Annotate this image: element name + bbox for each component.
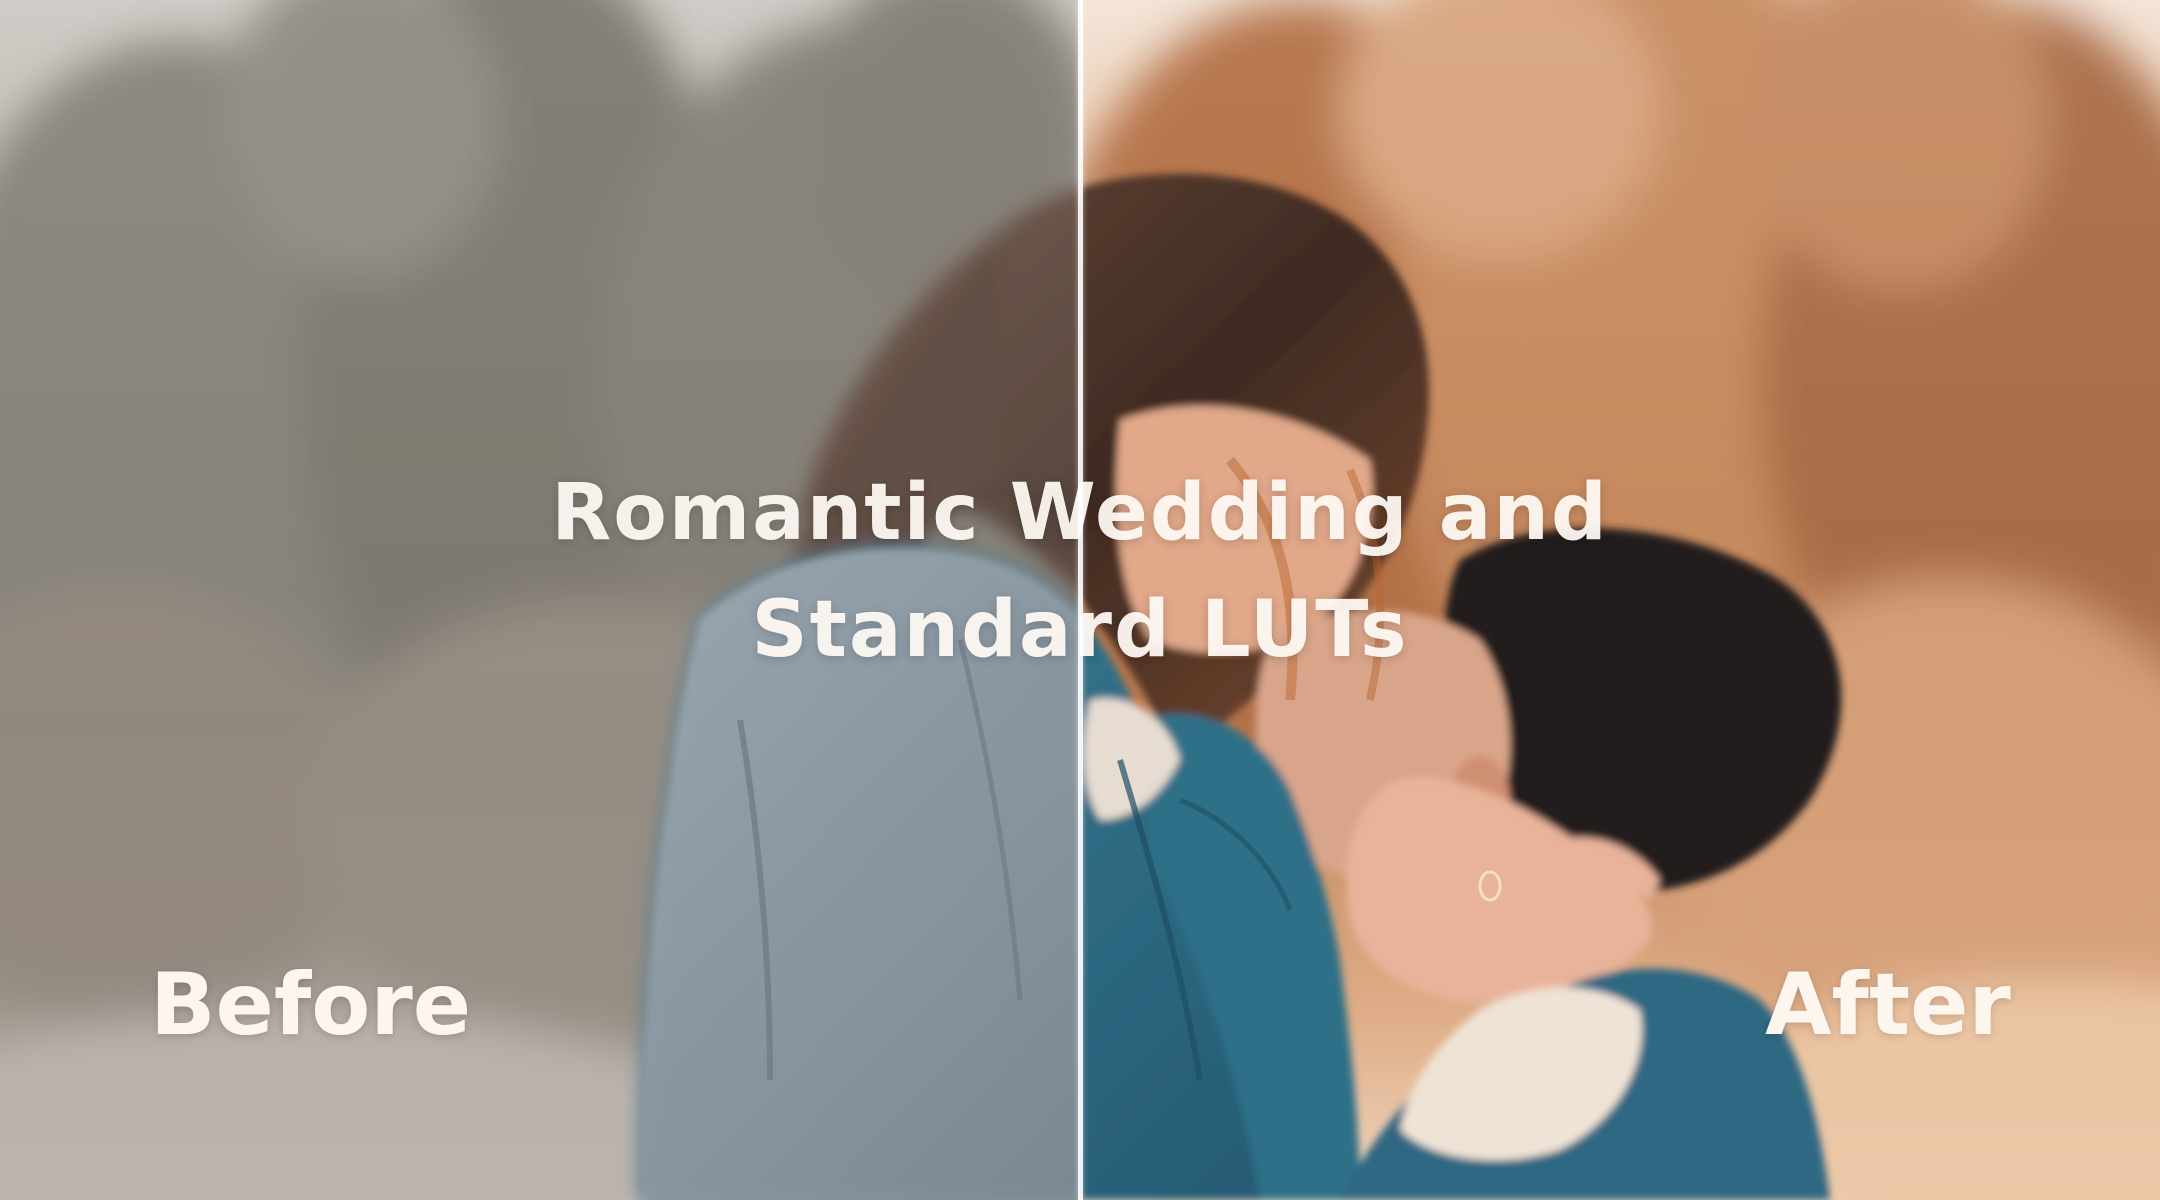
comparison-divider-handle[interactable]: [1078, 0, 1083, 1200]
after-label: After: [1765, 955, 2011, 1055]
before-label: Before: [150, 955, 472, 1055]
before-after-comparison: Romantic Wedding and Standard LUTs Befor…: [0, 0, 2160, 1200]
